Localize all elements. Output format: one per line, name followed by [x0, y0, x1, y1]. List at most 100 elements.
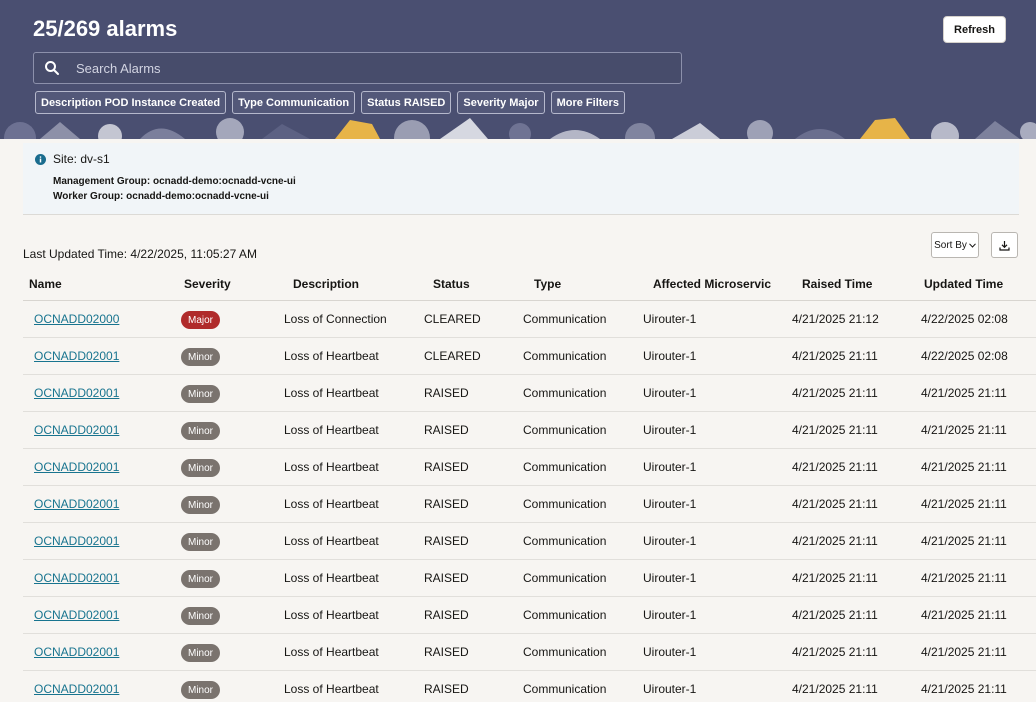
- worker-group: Worker Group: ocnadd-demo:ocnadd-vcne-ui: [53, 191, 269, 202]
- table-header: Name Severity Description Status Type Af…: [23, 272, 1036, 301]
- filter-chips: Description POD Instance Created Type Co…: [35, 91, 625, 114]
- table-row[interactable]: OCNADD02001 Minor Loss of Heartbeat RAISED C…: [23, 597, 1036, 634]
- affected-microservice: Uirouter-1: [643, 349, 697, 363]
- alarm-description: Loss of Heartbeat: [284, 423, 379, 437]
- updated-time: 4/21/2025 21:11: [921, 386, 1007, 400]
- alarm-name-link[interactable]: OCNADD02001: [34, 349, 119, 363]
- updated-time: 4/21/2025 21:11: [921, 497, 1007, 511]
- affected-microservice: Uirouter-1: [643, 312, 697, 326]
- alarm-type: Communication: [523, 571, 607, 585]
- filter-chip-severity[interactable]: Severity Major: [457, 91, 545, 114]
- last-updated-time: Last Updated Time: 4/22/2025, 11:05:27 A…: [23, 247, 257, 261]
- alarm-description: Loss of Connection: [284, 312, 387, 326]
- raised-time: 4/21/2025 21:12: [792, 312, 879, 326]
- alarm-type: Communication: [523, 386, 607, 400]
- alarm-description: Loss of Heartbeat: [284, 645, 379, 659]
- refresh-button[interactable]: Refresh: [943, 16, 1006, 43]
- alarm-name-link[interactable]: OCNADD02001: [34, 460, 119, 474]
- updated-time: 4/21/2025 21:11: [921, 682, 1007, 696]
- affected-microservice: Uirouter-1: [643, 571, 697, 585]
- affected-microservice: Uirouter-1: [643, 682, 697, 696]
- alarm-status: CLEARED: [424, 312, 481, 326]
- alarm-status: RAISED: [424, 460, 469, 474]
- alarm-type: Communication: [523, 497, 607, 511]
- alarm-description: Loss of Heartbeat: [284, 571, 379, 585]
- table-row[interactable]: OCNADD02001 Minor Loss of Heartbeat RAISED C…: [23, 449, 1036, 486]
- sort-by-label: Sort By: [934, 239, 967, 251]
- alarm-name-link[interactable]: OCNADD02001: [34, 645, 119, 659]
- affected-microservice: Uirouter-1: [643, 608, 697, 622]
- alarm-name-link[interactable]: OCNADD02001: [34, 534, 119, 548]
- alarm-name-link[interactable]: OCNADD02001: [34, 423, 119, 437]
- alarm-type: Communication: [523, 534, 607, 548]
- info-icon: [35, 154, 46, 165]
- alarm-type: Communication: [523, 312, 607, 326]
- column-header-status[interactable]: Status: [433, 277, 470, 291]
- table-row[interactable]: OCNADD02001 Minor Loss of Heartbeat RAISED C…: [23, 412, 1036, 449]
- severity-badge: Minor: [181, 385, 221, 403]
- table-row[interactable]: OCNADD02001 Minor Loss of Heartbeat CLEARED…: [23, 338, 1036, 375]
- filter-chip-type[interactable]: Type Communication: [232, 91, 356, 114]
- alarm-type: Communication: [523, 608, 607, 622]
- alarm-status: RAISED: [424, 423, 469, 437]
- filter-chip-status[interactable]: Status RAISED: [361, 91, 452, 114]
- alarm-name-link[interactable]: OCNADD02001: [34, 682, 119, 696]
- sort-by-button[interactable]: Sort By: [931, 232, 979, 258]
- raised-time: 4/21/2025 21:11: [792, 497, 878, 511]
- column-header-severity[interactable]: Severity: [184, 277, 231, 291]
- updated-time: 4/21/2025 21:11: [921, 645, 1007, 659]
- column-header-name[interactable]: Name: [29, 277, 62, 291]
- table-row[interactable]: OCNADD02001 Minor Loss of Heartbeat RAISED C…: [23, 560, 1036, 597]
- table-row[interactable]: OCNADD02001 Minor Loss of Heartbeat RAISED C…: [23, 671, 1036, 702]
- alarm-type: Communication: [523, 645, 607, 659]
- updated-time: 4/21/2025 21:11: [921, 608, 1007, 622]
- column-header-type[interactable]: Type: [534, 277, 561, 291]
- table-row[interactable]: OCNADD02001 Minor Loss of Heartbeat RAISED C…: [23, 375, 1036, 412]
- alarm-name-link[interactable]: OCNADD02001: [34, 386, 119, 400]
- column-header-updated-time[interactable]: Updated Time: [924, 277, 1003, 291]
- alarm-name-link[interactable]: OCNADD02001: [34, 571, 119, 585]
- alarm-type: Communication: [523, 460, 607, 474]
- filter-chip-description[interactable]: Description POD Instance Created: [35, 91, 227, 114]
- alarm-name-link[interactable]: OCNADD02001: [34, 497, 119, 511]
- raised-time: 4/21/2025 21:11: [792, 682, 878, 696]
- more-filters-button[interactable]: More Filters: [550, 91, 625, 114]
- severity-badge: Minor: [181, 607, 221, 625]
- column-header-raised-time[interactable]: Raised Time: [802, 277, 872, 291]
- raised-time: 4/21/2025 21:11: [792, 534, 878, 548]
- table-row[interactable]: OCNADD02001 Minor Loss of Heartbeat RAISED C…: [23, 486, 1036, 523]
- affected-microservice: Uirouter-1: [643, 497, 697, 511]
- raised-time: 4/21/2025 21:11: [792, 386, 878, 400]
- alarm-description: Loss of Heartbeat: [284, 608, 379, 622]
- table-row[interactable]: OCNADD02001 Minor Loss of Heartbeat RAISED C…: [23, 634, 1036, 671]
- severity-badge: Minor: [181, 533, 221, 551]
- site-name: Site: dv-s1: [53, 152, 110, 166]
- updated-time: 4/21/2025 21:11: [921, 534, 1007, 548]
- severity-badge: Minor: [181, 496, 221, 514]
- search-input[interactable]: [76, 54, 681, 82]
- alarm-type: Communication: [523, 423, 607, 437]
- table-row[interactable]: OCNADD02000 Major Loss of Connection CLEARE…: [23, 301, 1036, 338]
- severity-badge: Minor: [181, 681, 221, 699]
- alarm-name-link[interactable]: OCNADD02000: [34, 312, 119, 326]
- table-row[interactable]: OCNADD02001 Minor Loss of Heartbeat RAISED C…: [23, 523, 1036, 560]
- raised-time: 4/21/2025 21:11: [792, 423, 878, 437]
- download-button[interactable]: [991, 232, 1018, 258]
- alarm-description: Loss of Heartbeat: [284, 534, 379, 548]
- search-box[interactable]: [33, 52, 682, 84]
- site-panel: Site: dv-s1 Management Group: ocnadd-dem…: [23, 143, 1019, 215]
- affected-microservice: Uirouter-1: [643, 386, 697, 400]
- alarm-description: Loss of Heartbeat: [284, 349, 379, 363]
- table-body: OCNADD02000 Major Loss of Connection CLEARE…: [23, 301, 1036, 702]
- alarm-type: Communication: [523, 349, 607, 363]
- severity-badge: Minor: [181, 644, 221, 662]
- affected-microservice: Uirouter-1: [643, 645, 697, 659]
- column-header-description[interactable]: Description: [293, 277, 359, 291]
- page-title: 25/269 alarms: [33, 16, 178, 41]
- raised-time: 4/21/2025 21:11: [792, 645, 878, 659]
- alarm-name-link[interactable]: OCNADD02001: [34, 608, 119, 622]
- alarm-description: Loss of Heartbeat: [284, 497, 379, 511]
- chevron-down-icon: [969, 242, 976, 248]
- column-header-microservice[interactable]: Affected Microservic: [653, 277, 771, 291]
- affected-microservice: Uirouter-1: [643, 423, 697, 437]
